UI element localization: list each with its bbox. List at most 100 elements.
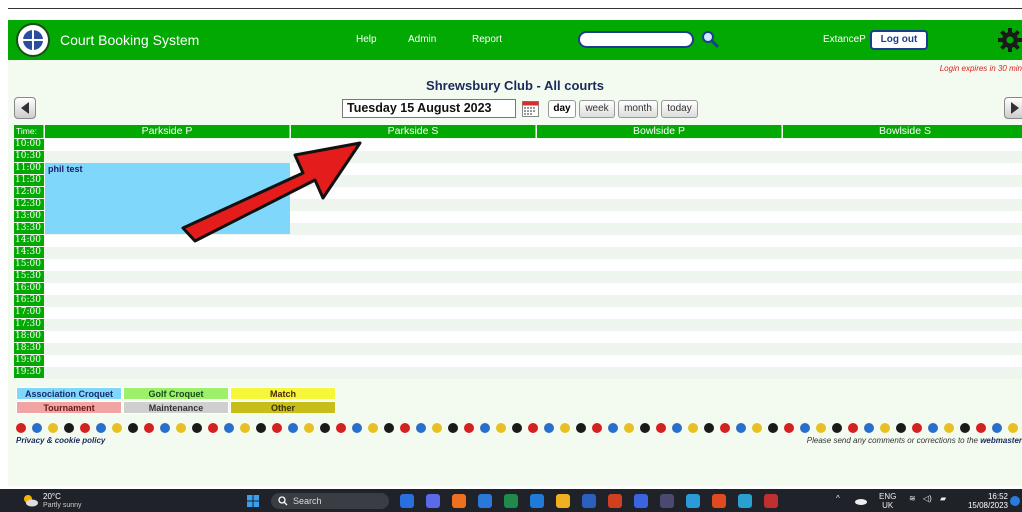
- previous-day-button[interactable]: [14, 97, 36, 119]
- notification-icon[interactable]: [1010, 496, 1020, 506]
- legend-item: Tournament: [16, 401, 122, 414]
- excel-icon[interactable]: [504, 494, 518, 508]
- wifi-icon[interactable]: ≋: [909, 494, 916, 503]
- chrome-icon[interactable]: [452, 494, 466, 508]
- decorative-dot: [704, 423, 714, 433]
- webmaster-link[interactable]: webmaster: [980, 436, 1022, 445]
- browser-page: Court Booking System Help Admin Report E…: [8, 20, 1022, 486]
- language-label: ENG: [879, 492, 897, 501]
- time-slot-band[interactable]: [45, 319, 1022, 331]
- time-label: 10:30: [14, 151, 44, 162]
- time-slot-band[interactable]: [45, 367, 1022, 379]
- app-icon[interactable]: [660, 494, 674, 508]
- gear-icon[interactable]: [998, 28, 1022, 52]
- app-icon[interactable]: [400, 494, 414, 508]
- court-header: Bowlside S: [783, 125, 1022, 138]
- battery-icon[interactable]: ▰: [940, 494, 946, 503]
- nav-report[interactable]: Report: [472, 34, 502, 45]
- language-indicator[interactable]: ENG UK: [879, 492, 896, 510]
- time-row: 17:30: [14, 319, 1022, 331]
- privacy-link[interactable]: Privacy & cookie policy: [16, 436, 105, 445]
- decorative-dot: [240, 423, 250, 433]
- app-icon[interactable]: [426, 494, 440, 508]
- decorative-dot: [768, 423, 778, 433]
- booking-label: phil test: [48, 164, 83, 174]
- windows-start-icon[interactable]: [247, 495, 259, 507]
- view-week-button[interactable]: week: [579, 100, 615, 118]
- decorative-dot: [944, 423, 954, 433]
- edge-icon[interactable]: [686, 494, 700, 508]
- app-icon[interactable]: [582, 494, 596, 508]
- decorative-dot: [864, 423, 874, 433]
- time-label: 17:30: [14, 319, 44, 330]
- app-icon[interactable]: [738, 494, 752, 508]
- next-day-button[interactable]: [1004, 97, 1022, 119]
- region-label: UK: [882, 501, 894, 510]
- decorative-dot: [800, 423, 810, 433]
- outlook-icon[interactable]: [478, 494, 492, 508]
- app-icon[interactable]: [712, 494, 726, 508]
- decorative-dot: [672, 423, 682, 433]
- time-row: 16:30: [14, 295, 1022, 307]
- time-slot-band[interactable]: [45, 343, 1022, 355]
- time-slot-band[interactable]: [45, 271, 1022, 283]
- time-row: 16:00: [14, 283, 1022, 295]
- time-label: 15:30: [14, 271, 44, 282]
- court-header: Parkside S: [291, 125, 536, 138]
- club-logo-icon[interactable]: [16, 23, 50, 57]
- decorative-dot: [272, 423, 282, 433]
- decorative-dot: [304, 423, 314, 433]
- decorative-dot: [928, 423, 938, 433]
- time-row: 10:30: [14, 151, 1022, 163]
- time-label: 12:00: [14, 187, 44, 198]
- volume-icon[interactable]: ◁): [923, 494, 932, 503]
- weather-icon[interactable]: [22, 493, 38, 507]
- decorative-dot: [912, 423, 922, 433]
- today-button[interactable]: today: [661, 100, 698, 118]
- decorative-dot: [416, 423, 426, 433]
- comments-notice: Please send any comments or corrections …: [807, 436, 1022, 445]
- legend-item: Other: [230, 401, 336, 414]
- date-field[interactable]: Tuesday 15 August 2023: [342, 99, 516, 118]
- app-header: Court Booking System Help Admin Report E…: [8, 20, 1022, 60]
- calendar-icon[interactable]: [522, 100, 539, 117]
- page-title: Shrewsbury Club - All courts: [426, 78, 604, 93]
- chevron-up-icon[interactable]: ^: [836, 494, 840, 503]
- decorative-dot: [336, 423, 346, 433]
- word-icon[interactable]: [556, 494, 570, 508]
- time-slot-band[interactable]: [45, 295, 1022, 307]
- app-icon[interactable]: [634, 494, 648, 508]
- time-slot-band[interactable]: [45, 331, 1022, 343]
- decorative-dot: [16, 423, 26, 433]
- time-label: 13:00: [14, 211, 44, 222]
- time-slot-band[interactable]: [45, 355, 1022, 367]
- taskbar-search-label: Search: [293, 496, 322, 506]
- time-label: 18:00: [14, 331, 44, 342]
- powerpoint-icon[interactable]: [608, 494, 622, 508]
- nav-admin[interactable]: Admin: [408, 34, 436, 45]
- decorative-dot: [96, 423, 106, 433]
- decorative-dot: [896, 423, 906, 433]
- decorative-dot: [880, 423, 890, 433]
- time-slot-band[interactable]: [45, 307, 1022, 319]
- onedrive-icon[interactable]: [855, 497, 867, 505]
- decorative-dot: [192, 423, 202, 433]
- decorative-dot: [176, 423, 186, 433]
- search-icon[interactable]: [701, 30, 719, 48]
- decorative-dot: [464, 423, 474, 433]
- window-border: [8, 8, 1022, 9]
- decorative-dot: [432, 423, 442, 433]
- search-input[interactable]: [578, 31, 694, 48]
- decorative-dot: [208, 423, 218, 433]
- logout-button[interactable]: Log out: [870, 30, 928, 50]
- taskbar-search[interactable]: Search: [271, 493, 389, 509]
- nav-help[interactable]: Help: [356, 34, 377, 45]
- time-label: 12:30: [14, 199, 44, 210]
- view-month-button[interactable]: month: [618, 100, 658, 118]
- file-explorer-icon[interactable]: [530, 494, 544, 508]
- app-icon[interactable]: [764, 494, 778, 508]
- view-day-button[interactable]: day: [548, 100, 576, 118]
- taskbar-clock[interactable]: 16:52 15/08/2023: [964, 492, 1008, 510]
- time-row: 15:00: [14, 259, 1022, 271]
- time-slot-band[interactable]: [45, 283, 1022, 295]
